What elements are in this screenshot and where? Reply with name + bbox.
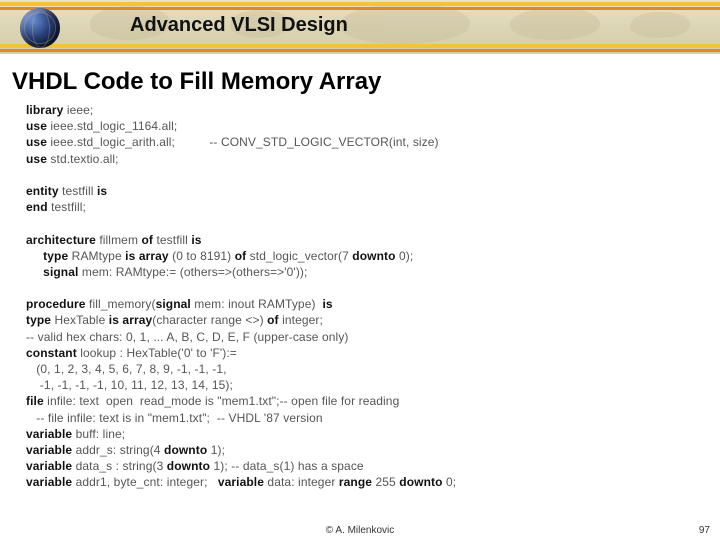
t: data: integer <box>264 475 339 489</box>
t: (0 to 8191) <box>169 249 235 263</box>
kw: library <box>26 103 63 117</box>
kw: downto <box>399 475 442 489</box>
kw: file <box>26 394 44 408</box>
kw: constant <box>26 346 77 360</box>
kw: of <box>235 249 247 263</box>
globe-icon <box>20 8 60 48</box>
t: buff: line; <box>72 427 125 441</box>
banner: Advanced VLSI Design <box>0 0 720 54</box>
t: -- file infile: text is in "mem1.txt"; -… <box>26 411 323 425</box>
course-title: Advanced VLSI Design <box>130 14 348 37</box>
kw: range <box>339 475 372 489</box>
t: testfill <box>59 184 97 198</box>
t: mem: RAMtype:= (others=>(others=>'0')); <box>78 265 307 279</box>
t: (0, 1, 2, 3, 4, 5, 6, 7, 8, 9, -1, -1, -… <box>26 362 227 376</box>
t: testfill <box>153 233 191 247</box>
t: ieee.std_logic_arith.all; -- CONV_STD_LO… <box>47 135 439 149</box>
t: 255 <box>372 475 399 489</box>
kw: is array <box>109 313 153 327</box>
t: data_s : string(3 <box>72 459 167 473</box>
kw: type <box>26 249 68 263</box>
t: addr_s: string(4 <box>72 443 164 457</box>
t: -- valid hex chars: 0, 1, ... A, B, C, D… <box>26 330 349 344</box>
t: integer; <box>279 313 323 327</box>
t: HexTable <box>51 313 109 327</box>
t: (character range <>) <box>152 313 267 327</box>
kw: of <box>141 233 153 247</box>
t: ieee.std_logic_1164.all; <box>47 119 177 133</box>
t: std_logic_vector(7 <box>246 249 352 263</box>
kw: variable <box>218 475 264 489</box>
t: -1, -1, -1, -1, 10, 11, 12, 13, 14, 15); <box>26 378 233 392</box>
kw: is <box>191 233 201 247</box>
t: 1); <box>207 443 225 457</box>
kw: of <box>267 313 279 327</box>
footer-author: © A. Milenkovic <box>326 525 395 536</box>
kw: variable <box>26 443 72 457</box>
kw: architecture <box>26 233 96 247</box>
kw: use <box>26 152 47 166</box>
kw: downto <box>167 459 210 473</box>
kw: variable <box>26 459 72 473</box>
t: 1); -- data_s(1) has a space <box>210 459 364 473</box>
kw: type <box>26 313 51 327</box>
t: 0; <box>443 475 457 489</box>
t: std.textio.all; <box>47 152 119 166</box>
kw: is <box>97 184 107 198</box>
kw: procedure <box>26 297 86 311</box>
t: 0); <box>396 249 414 263</box>
t: addr1, byte_cnt: integer; <box>72 475 218 489</box>
t: lookup : HexTable('0' to 'F'):= <box>77 346 237 360</box>
kw: signal <box>156 297 191 311</box>
kw: entity <box>26 184 59 198</box>
kw: is <box>322 297 332 311</box>
kw: downto <box>352 249 395 263</box>
code-block: library ieee; use ieee.std_logic_1164.al… <box>0 100 720 491</box>
kw: variable <box>26 427 72 441</box>
kw: signal <box>26 265 78 279</box>
kw: is array <box>125 249 169 263</box>
kw: variable <box>26 475 72 489</box>
kw: downto <box>164 443 207 457</box>
slide-title: VHDL Code to Fill Memory Array <box>0 54 720 100</box>
t: testfill; <box>48 200 86 214</box>
kw: end <box>26 200 48 214</box>
footer-page-number: 97 <box>699 525 710 536</box>
t: infile: text open read_mode is "mem1.txt… <box>44 394 400 408</box>
t: mem: inout RAMType) <box>191 297 323 311</box>
t: ieee; <box>63 103 93 117</box>
t: fill_memory( <box>86 297 156 311</box>
t: RAMtype <box>68 249 125 263</box>
kw: use <box>26 119 47 133</box>
t: fillmem <box>96 233 142 247</box>
kw: use <box>26 135 47 149</box>
